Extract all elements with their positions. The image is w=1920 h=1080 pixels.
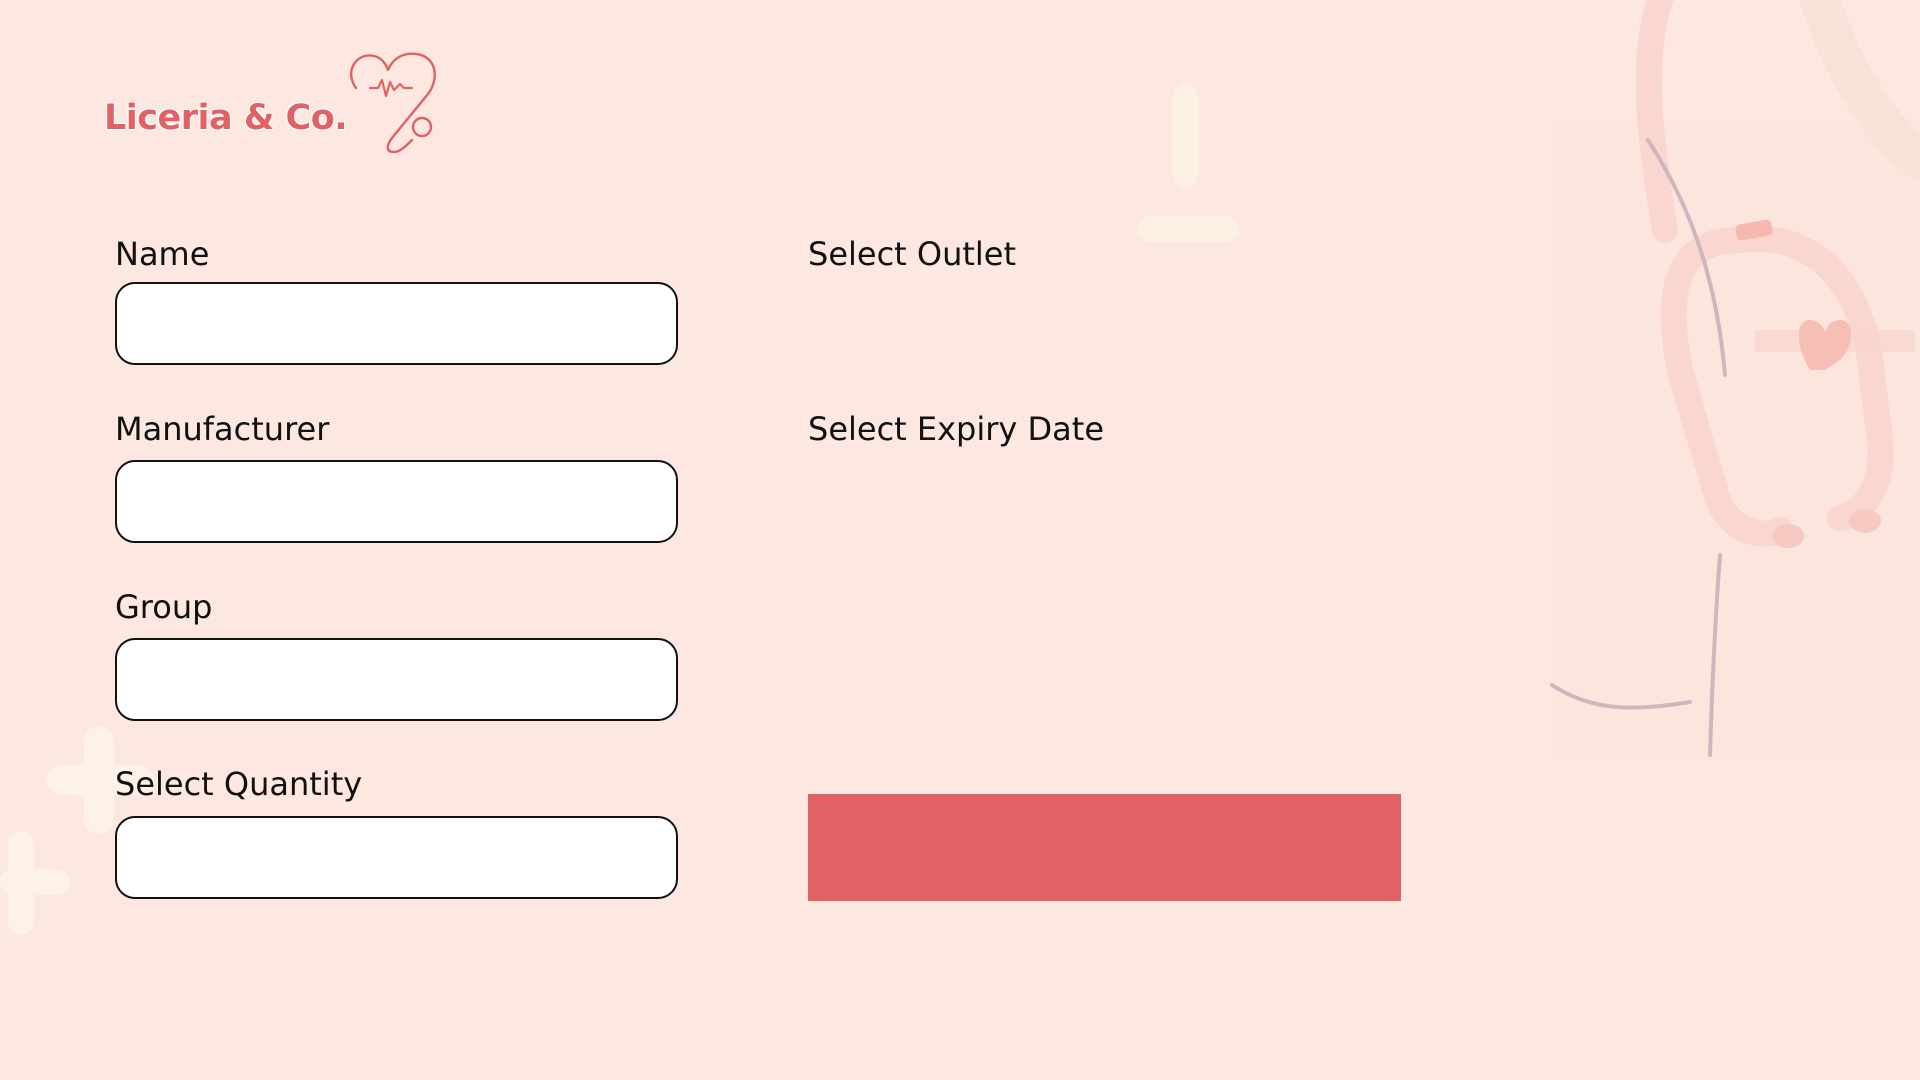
name-label: Name: [115, 235, 210, 273]
quantity-input[interactable]: [115, 816, 678, 899]
group-label: Group: [115, 588, 213, 626]
quantity-label: Select Quantity: [115, 765, 363, 803]
add-item-page: Liceria & Co. Name Manufacturer Group Se…: [0, 0, 1920, 1080]
manufacturer-label: Manufacturer: [115, 410, 330, 448]
stethoscope-icon: [1550, 0, 1920, 760]
group-input[interactable]: [115, 638, 678, 721]
heart-stethoscope-icon: [350, 52, 436, 154]
plus-icon: [1138, 84, 1238, 242]
manufacturer-input[interactable]: [115, 460, 678, 543]
submit-button[interactable]: [808, 794, 1401, 901]
plus-icon: [0, 831, 70, 935]
outlet-label: Select Outlet: [808, 235, 1017, 273]
expiry-date-label: Select Expiry Date: [808, 410, 1104, 448]
name-input[interactable]: [115, 282, 678, 365]
brand-name: Liceria & Co.: [104, 98, 348, 138]
brand-logo: Liceria & Co.: [104, 48, 464, 158]
